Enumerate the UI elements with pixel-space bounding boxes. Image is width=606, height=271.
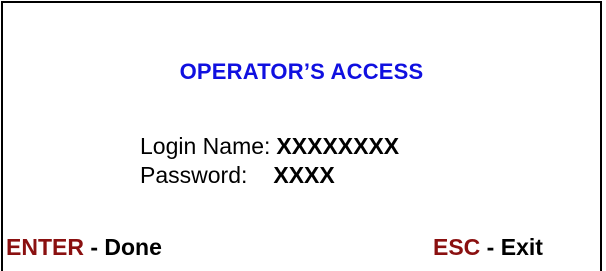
esc-key-label: ESC <box>433 234 481 260</box>
screen-title: OPERATOR’S ACCESS <box>179 59 424 84</box>
esc-action-label: - Exit <box>480 234 543 260</box>
login-name-field[interactable]: XXXXXXXX <box>276 133 399 159</box>
enter-action-label: - Done <box>83 234 162 260</box>
login-name-label: Login Name: <box>140 133 271 159</box>
operator-access-screen: OPERATOR’S ACCESS Login Name: XXXXXXXX Pa… <box>1 1 602 271</box>
password-label: Password: <box>140 162 248 188</box>
enter-done-hint[interactable]: ENTER - Done <box>6 234 162 261</box>
enter-key-label: ENTER <box>6 234 84 260</box>
password-field[interactable]: XXXX <box>273 162 334 188</box>
password-row: Password: XXXX <box>140 161 399 190</box>
esc-exit-hint[interactable]: ESC - Exit <box>433 234 543 261</box>
login-name-row: Login Name: XXXXXXXX <box>140 132 399 161</box>
login-form: Login Name: XXXXXXXX Password: XXXX <box>140 132 399 190</box>
